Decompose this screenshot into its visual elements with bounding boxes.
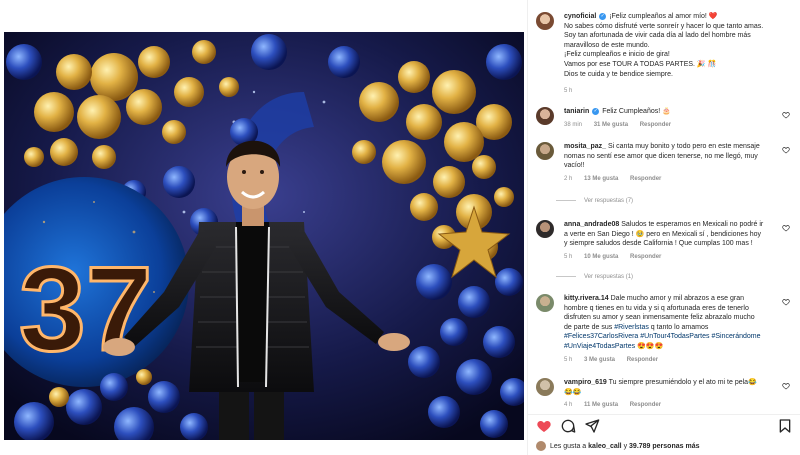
likes-user[interactable]: kaleo_call [588, 443, 621, 450]
comment-likes[interactable]: 3 Me gusta [584, 357, 615, 363]
caption-body: cynoficial ✓ ¡Feliz cumpleaños al amor m… [564, 12, 786, 97]
comment-text: vacío!! [564, 162, 585, 170]
caption-time: 5 h [564, 88, 573, 95]
commenter-username[interactable]: anna_andrade08 [564, 221, 619, 228]
view-replies-button[interactable]: Ver respuestas (1) [556, 274, 633, 280]
comment-body: taniarin ✓ Feliz Cumpleaños! 🎂 38 min 31… [564, 107, 786, 130]
comment-time: 4 h [564, 402, 573, 409]
hashtag-link[interactable]: #UnViaje4TodasPartes [564, 343, 635, 350]
comment-text: Saludos te esperamos en Mexicali no podr… [621, 221, 764, 228]
comment-text: Feliz Cumpleaños! 🎂 [602, 108, 671, 115]
replies-line [556, 275, 576, 277]
comment-emojis: 😍😍😍 [637, 342, 664, 350]
comment-body: mosita_paz_ Si canta muy bonito y todo p… [564, 142, 786, 184]
reply-button[interactable]: Responder [627, 357, 658, 363]
like-comment-heart-icon[interactable] [782, 382, 790, 390]
comments-list[interactable]: cynoficial ✓ ¡Feliz cumpleaños al amor m… [528, 0, 800, 414]
comment-body: vampiro_619 Tu siempre presumiéndolo y e… [564, 378, 786, 411]
comment-text: Si canta muy bonito y todo pero en este … [607, 143, 760, 150]
like-comment-heart-icon[interactable] [782, 146, 790, 154]
caption-line: ¡Feliz cumpleaños e inicio de gira! [564, 51, 670, 59]
comment-time: 2 h [564, 175, 573, 182]
comment-text: Tu siempre presumiéndolo y el ato mi te … [608, 379, 757, 386]
post-photo[interactable]: 37 [4, 32, 524, 440]
save-icon[interactable] [777, 418, 793, 434]
verified-icon: ✓ [592, 107, 600, 115]
comment-text: 😂😂 [564, 388, 582, 396]
hashtag-link[interactable]: #Felices37CarlosRivera #UnTour4TodasPart… [564, 332, 786, 342]
caption-line: Vamos por ese TOUR A TODAS PARTES. 🎉 🎊 [564, 60, 717, 68]
likes-prefix: Les gusta a [550, 442, 587, 450]
comment-text: q tanto lo amamos [650, 323, 709, 331]
view-replies-button[interactable]: Ver respuestas (7) [556, 198, 633, 204]
comment-likes[interactable]: 13 Me gusta [584, 176, 618, 182]
comment-likes[interactable]: 10 Me gusta [584, 254, 618, 260]
caption-line: No sabes cómo disfruté verte sonreír y h… [564, 22, 764, 30]
comment-likes[interactable]: 11 Me gusta [584, 402, 618, 408]
action-icons [536, 418, 793, 436]
commenter-username[interactable]: kitty.rivera.14 [564, 295, 609, 302]
commenter-avatar[interactable] [536, 142, 554, 160]
birthday-photo-illustration: 37 [4, 32, 524, 440]
reply-button[interactable]: Responder [640, 122, 671, 128]
commenter-avatar[interactable] [536, 107, 554, 125]
comment-text: de parte de sus [564, 323, 613, 331]
commenter-avatar[interactable] [536, 220, 554, 238]
share-icon[interactable] [584, 418, 600, 434]
comments-panel: cynoficial ✓ ¡Feliz cumpleaños al amor m… [527, 0, 800, 455]
like-comment-heart-icon[interactable] [782, 224, 790, 232]
post-action-bar: Les gusta a kaleo_call y 39.789 personas… [528, 414, 800, 455]
comment-text: y siempre saludos desde California ! Que… [564, 240, 753, 248]
likes-middle: y [623, 442, 628, 450]
caption-line: Dios te cuida y te bendice siempre. [564, 70, 673, 78]
commenter-avatar[interactable] [536, 294, 554, 312]
comment-body: kitty.rivera.14 Dale mucho amor y mil ab… [564, 294, 786, 365]
post-photo-area: 37 [0, 0, 527, 455]
replies-line [556, 199, 576, 201]
view-replies-label: Ver respuestas (1) [584, 274, 634, 280]
comment-icon[interactable] [560, 418, 576, 434]
reply-button[interactable]: Responder [630, 402, 661, 408]
verified-icon: ✓ [599, 12, 607, 20]
comment-text: a verte en San Diego ! 🥹 pero en Mexical… [564, 230, 762, 238]
commenter-username[interactable]: taniarin [564, 108, 589, 115]
hashtag-link[interactable]: #Riverlstas [614, 324, 649, 331]
commenter-username[interactable]: vampiro_619 [564, 379, 607, 386]
liker-avatar [536, 441, 546, 451]
caption-line: ¡Feliz cumpleaños al amor mío! ❤️ [609, 13, 718, 20]
comment-text: nomas no sentí ese amor que dicen teners… [564, 152, 758, 160]
view-replies-label: Ver respuestas (7) [584, 198, 634, 204]
caption-line: Soy tan afortunada de vivir cada día al … [564, 32, 751, 40]
likes-suffix: más [685, 442, 700, 450]
caption-line: maravilloso de este mundo. [564, 41, 650, 49]
instagram-post-view: 37 cynoficial ✓ ¡Feliz cumpleaños al amo… [0, 0, 800, 455]
comment-text: hombre q tienes en tu vida y si q afortu… [564, 304, 749, 312]
comment-body: anna_andrade08 Saludos te esperamos en M… [564, 220, 786, 262]
likes-summary[interactable]: Les gusta a kaleo_call y 39.789 personas… [536, 441, 699, 451]
author-username[interactable]: cynoficial [564, 13, 596, 20]
comment-text: disfruten su amor y sean inmensamente fe… [564, 314, 755, 322]
like-comment-heart-icon[interactable] [782, 111, 790, 119]
commenter-username[interactable]: mosita_paz_ [564, 143, 606, 150]
commenter-avatar[interactable] [536, 378, 554, 396]
reply-button[interactable]: Responder [630, 254, 661, 260]
comment-text: Dale mucho amor y mil abrazos a ese gran [610, 295, 745, 302]
comment-time: 5 h [564, 356, 573, 363]
heart-icon[interactable] [536, 418, 552, 434]
author-avatar[interactable] [536, 12, 554, 30]
like-comment-heart-icon[interactable] [782, 298, 790, 306]
photo-number-37: 37 [19, 242, 152, 376]
comment-likes[interactable]: 31 Me gusta [594, 122, 628, 128]
reply-button[interactable]: Responder [630, 176, 661, 182]
likes-count[interactable]: 39.789 personas [629, 443, 683, 450]
comment-time: 38 min [564, 121, 583, 128]
comment-time: 5 h [564, 253, 573, 260]
